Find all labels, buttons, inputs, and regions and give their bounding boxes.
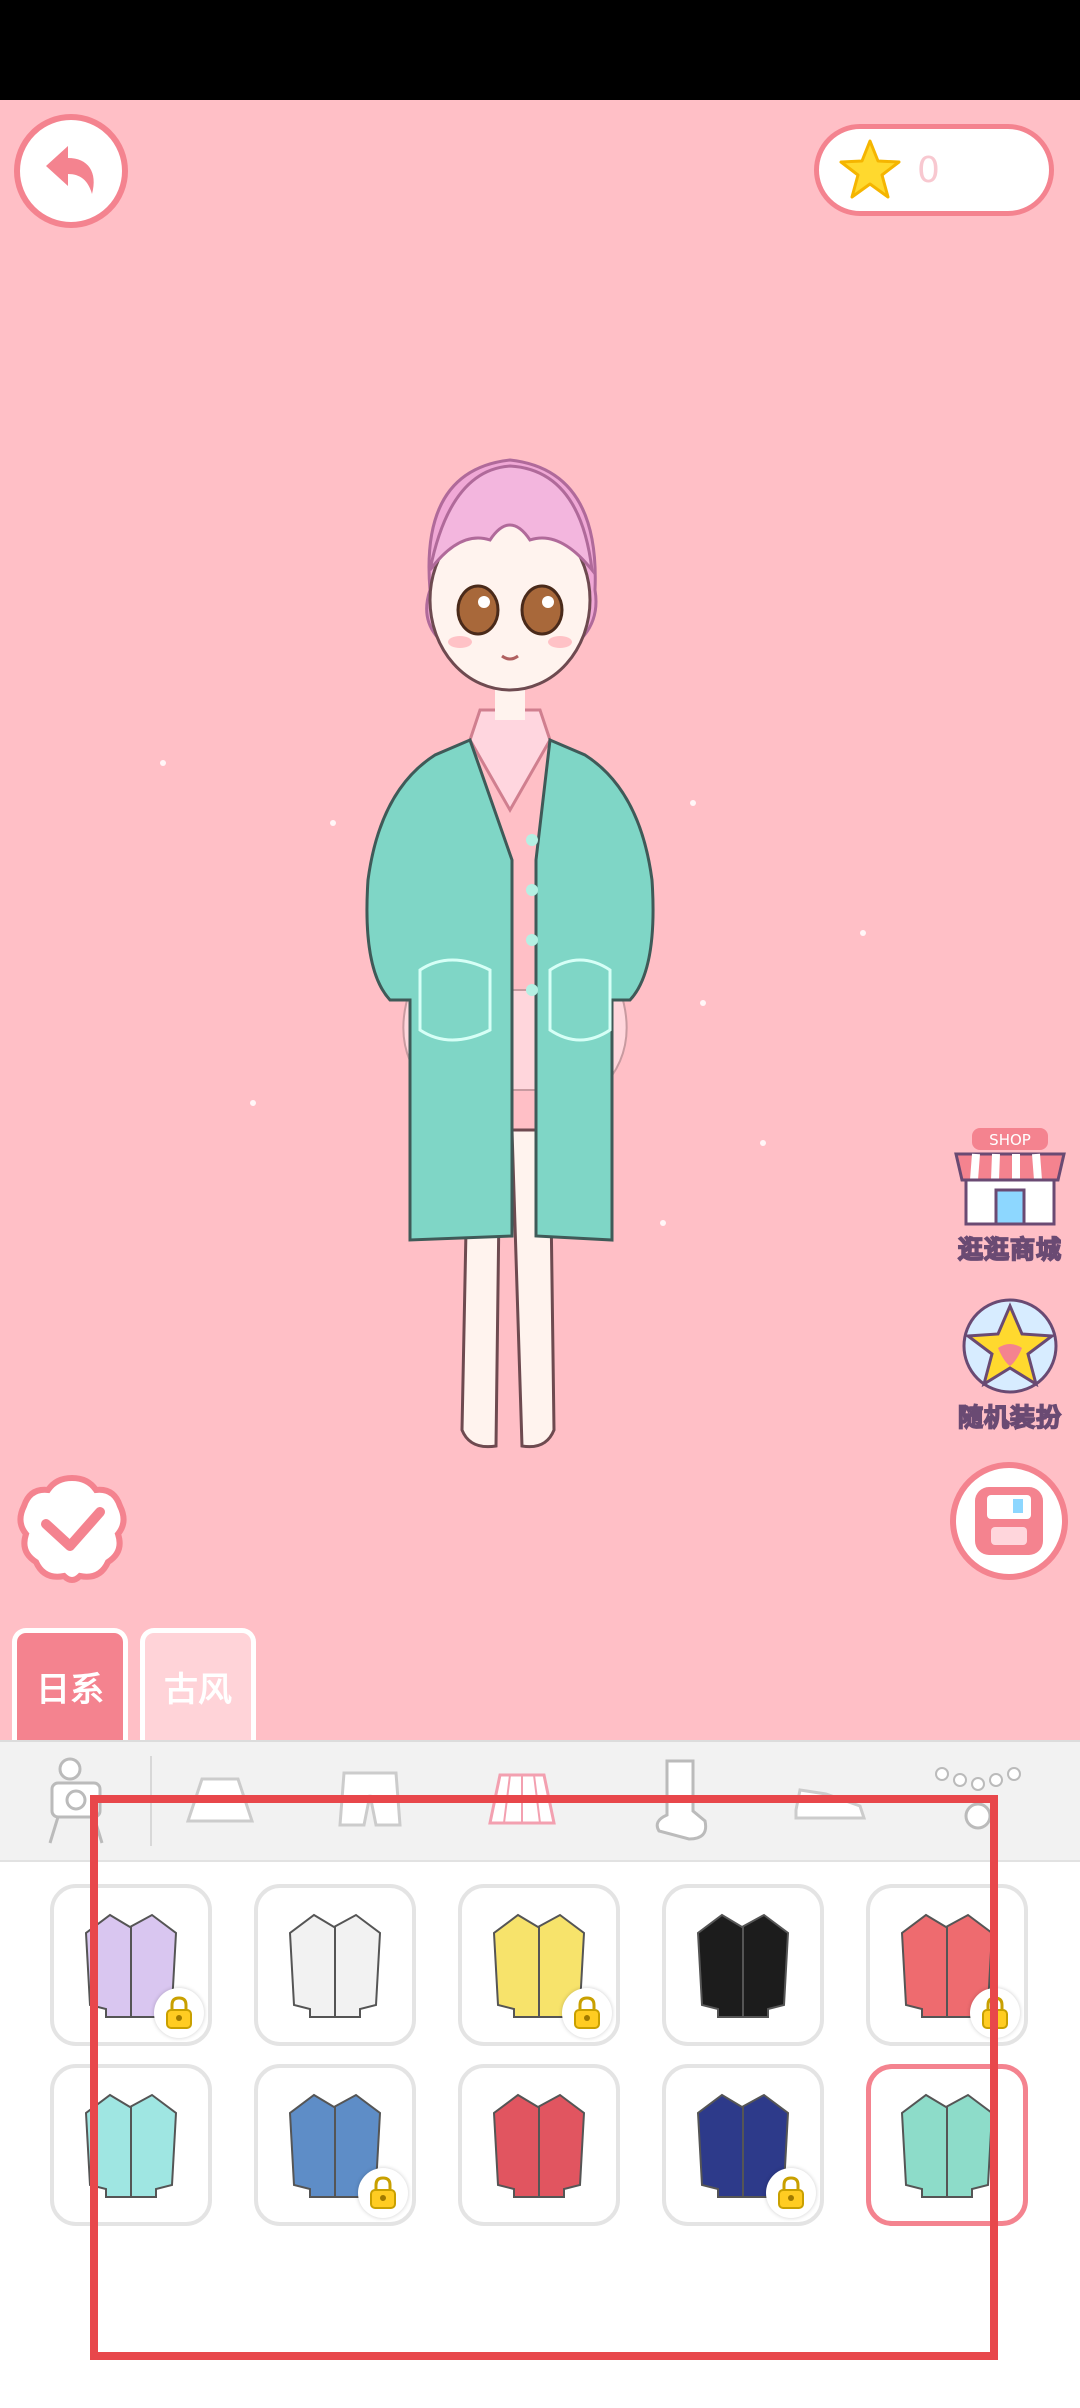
lock-icon — [562, 1988, 612, 2038]
tab-japanese-style[interactable]: 日系 — [12, 1628, 128, 1740]
dressing-stage: 0 SHOP 逛逛商城 随机装扮 日系 古风 — [0, 100, 1080, 1740]
lock-icon — [358, 2168, 408, 2218]
checkmark-badge-icon — [17, 1474, 127, 1583]
sparkle — [690, 800, 696, 806]
svg-text:SHOP: SHOP — [989, 1131, 1031, 1149]
clothing-item-lavender-cardigan[interactable] — [50, 1884, 212, 2046]
category-socks[interactable] — [628, 1750, 728, 1850]
jacket-icon — [84, 2093, 178, 2198]
sparkle — [860, 930, 866, 936]
jacket-icon — [696, 1913, 790, 2018]
save-icon — [975, 1487, 1043, 1555]
random-outfit-label: 随机装扮 — [957, 1402, 1062, 1433]
star-counter: 0 — [814, 124, 1054, 216]
sparkle — [160, 760, 166, 766]
clothing-item-denim-jacket[interactable] — [254, 2064, 416, 2226]
random-dress-icon — [962, 1298, 1058, 1394]
lock-icon — [766, 2168, 816, 2218]
category-photo-stand[interactable] — [24, 1750, 124, 1850]
tab-ancient-style[interactable]: 古风 — [140, 1628, 256, 1740]
status-bar — [0, 0, 1080, 100]
clothing-item-yellow-bunny-cardigan[interactable] — [458, 1884, 620, 2046]
clothing-item-red-navy-jacket[interactable] — [458, 2064, 620, 2226]
shoe-icon — [794, 1788, 867, 1820]
jacket-icon — [492, 2093, 586, 2198]
sparkle — [250, 1100, 256, 1106]
accessory-icon — [935, 1767, 1021, 1830]
star-icon — [839, 139, 901, 199]
sparkle — [660, 1220, 666, 1226]
lock-icon — [154, 1988, 204, 2038]
category-shoes[interactable] — [780, 1750, 880, 1850]
category-shorts[interactable] — [320, 1750, 420, 1850]
shop-label: 逛逛商城 — [957, 1234, 1062, 1265]
sparkle — [330, 820, 336, 826]
random-outfit-button[interactable]: 随机装扮 — [940, 1296, 1080, 1434]
clothing-item-black-white-track-jacket[interactable] — [662, 1884, 824, 2046]
lock-icon — [970, 1988, 1020, 2038]
save-button[interactable] — [950, 1462, 1068, 1580]
jacket-icon — [288, 1913, 382, 2018]
sock-icon — [655, 1759, 708, 1841]
category-pleated-skirt[interactable] — [472, 1750, 572, 1850]
clothing-item-aqua-jacket[interactable] — [50, 2064, 212, 2226]
category-bar — [0, 1740, 1080, 1862]
clothing-item-navy-yellow-hoodie[interactable] — [662, 2064, 824, 2226]
back-button[interactable] — [14, 114, 128, 228]
clothing-item-white-striped-jacket[interactable] — [254, 1884, 416, 2046]
shop-icon: SHOP — [954, 1128, 1066, 1226]
category-divider — [150, 1756, 152, 1846]
shop-button[interactable]: SHOP 逛逛商城 — [940, 1128, 1080, 1266]
confirm-button[interactable] — [14, 1472, 130, 1588]
shorts-icon — [338, 1771, 402, 1827]
category-skirt[interactable] — [170, 1750, 270, 1850]
clothing-item-mint-long-coat[interactable] — [866, 2064, 1028, 2226]
photo-stand-icon — [48, 1757, 104, 1844]
skirt-icon — [185, 1777, 255, 1823]
sparkle — [760, 1140, 766, 1146]
dressed-character — [365, 458, 655, 1449]
sparkle — [700, 1000, 706, 1006]
back-arrow-icon — [46, 146, 94, 194]
star-count: 0 — [917, 149, 940, 191]
clothing-item-red-crop-cardigan[interactable] — [866, 1884, 1028, 2046]
jacket-icon — [900, 2093, 994, 2198]
pleated-skirt-icon — [488, 1773, 556, 1825]
category-accessories[interactable] — [930, 1750, 1030, 1850]
